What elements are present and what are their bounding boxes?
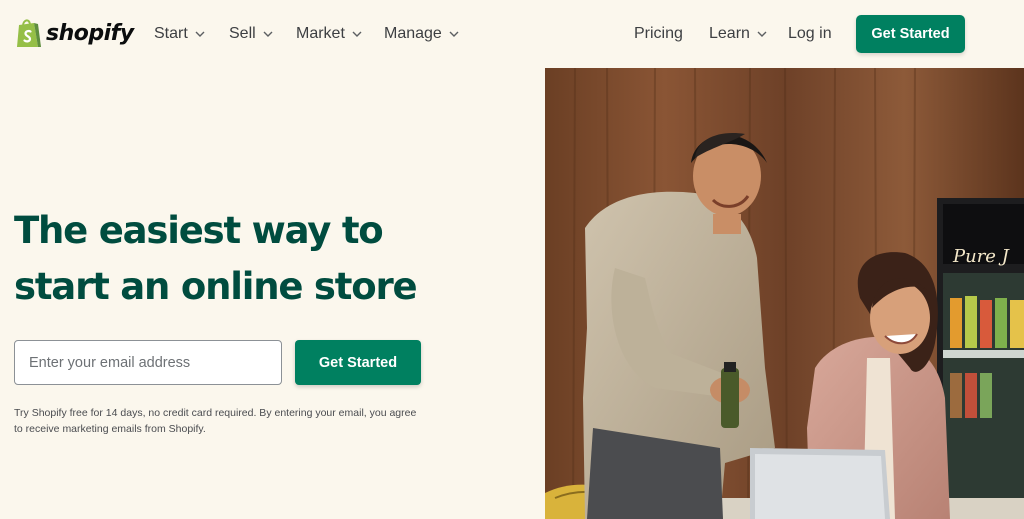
nav-market-label: Market xyxy=(296,25,345,42)
logo-wordmark: shopify xyxy=(46,20,134,46)
shopping-bag-icon xyxy=(17,19,41,47)
site-header: shopify Start Sell Market Manage Pricing… xyxy=(0,0,1024,68)
nav-start-label: Start xyxy=(154,25,188,42)
nav-manage[interactable]: Manage xyxy=(384,22,459,46)
shopify-logo[interactable]: shopify xyxy=(14,15,134,51)
chevron-down-icon xyxy=(757,31,767,37)
disclaimer-line1: Try Shopify free for 14 days, no credit … xyxy=(14,407,417,419)
nav-learn-label: Learn xyxy=(709,25,750,42)
chevron-down-icon xyxy=(449,31,459,37)
hero-title: The easiest way to start an online store xyxy=(14,203,534,315)
nav-login[interactable]: Log in xyxy=(788,22,832,46)
email-input[interactable] xyxy=(14,340,282,385)
nav-sell[interactable]: Sell xyxy=(229,22,273,46)
chevron-down-icon xyxy=(352,31,362,37)
chevron-down-icon xyxy=(195,31,205,37)
nav-pricing-label: Pricing xyxy=(634,25,683,42)
signup-disclaimer: Try Shopify free for 14 days, no credit … xyxy=(14,405,434,437)
hero-photo: Pure J xyxy=(545,68,1024,519)
store-sign-text: Pure J xyxy=(952,246,1011,267)
nav-sell-label: Sell xyxy=(229,25,256,42)
hero-title-line1: The easiest way to xyxy=(14,209,384,252)
merchant-photo-illustration: Pure J xyxy=(545,68,1024,519)
nav-login-label: Log in xyxy=(788,25,832,42)
header-get-started-button[interactable]: Get Started xyxy=(856,15,965,53)
disclaimer-line2: to receive marketing emails from Shopify… xyxy=(14,423,206,435)
chevron-down-icon xyxy=(263,31,273,37)
nav-manage-label: Manage xyxy=(384,25,442,42)
nav-start[interactable]: Start xyxy=(154,22,205,46)
hero-title-line2: start an online store xyxy=(14,265,418,308)
hero-get-started-button[interactable]: Get Started xyxy=(295,340,421,385)
nav-learn[interactable]: Learn xyxy=(709,22,767,46)
nav-market[interactable]: Market xyxy=(296,22,362,46)
nav-pricing[interactable]: Pricing xyxy=(634,22,683,46)
